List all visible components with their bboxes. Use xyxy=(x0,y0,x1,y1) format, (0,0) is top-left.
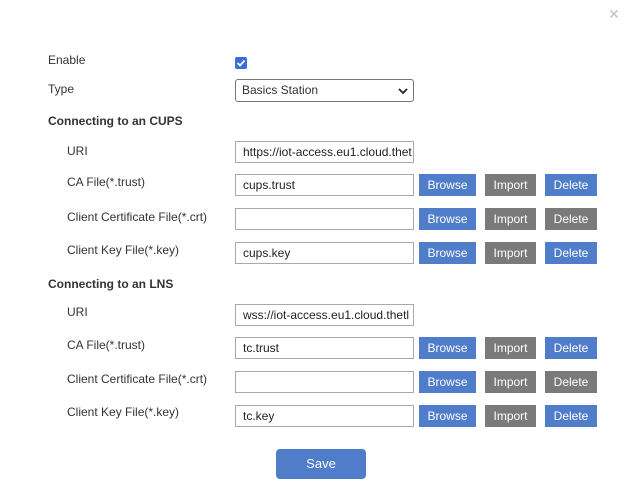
cups-ca-input[interactable]: cups.trust xyxy=(235,174,414,196)
save-button[interactable]: Save xyxy=(276,449,366,479)
cups-section-title: Connecting to an CUPS xyxy=(48,114,183,128)
cups-key-input[interactable]: cups.key xyxy=(235,242,414,264)
cups-cert-input[interactable] xyxy=(235,208,414,230)
cups-key-browse-button[interactable]: Browse xyxy=(419,242,476,264)
type-select[interactable]: Basics Station xyxy=(235,79,414,102)
lns-uri-label: URI xyxy=(67,305,88,319)
lns-ca-delete-button[interactable]: Delete xyxy=(545,337,597,359)
lns-cert-import-button[interactable]: Import xyxy=(485,371,536,393)
lns-section-title: Connecting to an LNS xyxy=(48,277,174,291)
close-icon[interactable]: ✕ xyxy=(606,6,622,22)
enable-checkbox[interactable] xyxy=(235,57,247,69)
cups-ca-browse-button[interactable]: Browse xyxy=(419,174,476,196)
cups-ca-delete-button[interactable]: Delete xyxy=(545,174,597,196)
lns-cert-label: Client Certificate File(*.crt) xyxy=(67,372,208,386)
lns-key-import-button[interactable]: Import xyxy=(485,405,536,427)
cups-uri-label: URI xyxy=(67,144,88,158)
lns-cert-input[interactable] xyxy=(235,371,414,393)
chevron-down-icon xyxy=(398,88,408,95)
lns-ca-browse-button[interactable]: Browse xyxy=(419,337,476,359)
lns-ca-input[interactable]: tc.trust xyxy=(235,337,414,359)
cups-cert-import-button[interactable]: Import xyxy=(485,208,536,230)
lns-cert-browse-button[interactable]: Browse xyxy=(419,371,476,393)
lns-key-input[interactable]: tc.key xyxy=(235,405,414,427)
cups-key-label: Client Key File(*.key) xyxy=(67,243,180,257)
cups-ca-label: CA File(*.trust) xyxy=(67,175,146,189)
lns-ca-import-button[interactable]: Import xyxy=(485,337,536,359)
lns-key-delete-button[interactable]: Delete xyxy=(545,405,597,427)
cups-key-delete-button[interactable]: Delete xyxy=(545,242,597,264)
lns-ca-label: CA File(*.trust) xyxy=(67,338,146,352)
cups-ca-import-button[interactable]: Import xyxy=(485,174,536,196)
lns-key-browse-button[interactable]: Browse xyxy=(419,405,476,427)
cups-cert-delete-button[interactable]: Delete xyxy=(545,208,597,230)
lns-uri-input[interactable]: wss://iot-access.eu1.cloud.thetl xyxy=(235,304,414,326)
cups-cert-browse-button[interactable]: Browse xyxy=(419,208,476,230)
type-select-value: Basics Station xyxy=(242,83,319,97)
type-label: Type xyxy=(48,82,75,96)
cups-cert-label: Client Certificate File(*.crt) xyxy=(67,210,208,224)
enable-label: Enable xyxy=(48,53,86,67)
cups-key-import-button[interactable]: Import xyxy=(485,242,536,264)
lns-cert-delete-button[interactable]: Delete xyxy=(545,371,597,393)
lns-key-label: Client Key File(*.key) xyxy=(67,405,180,419)
check-icon xyxy=(236,59,246,67)
cups-uri-input[interactable]: https://iot-access.eu1.cloud.thet xyxy=(235,141,414,163)
